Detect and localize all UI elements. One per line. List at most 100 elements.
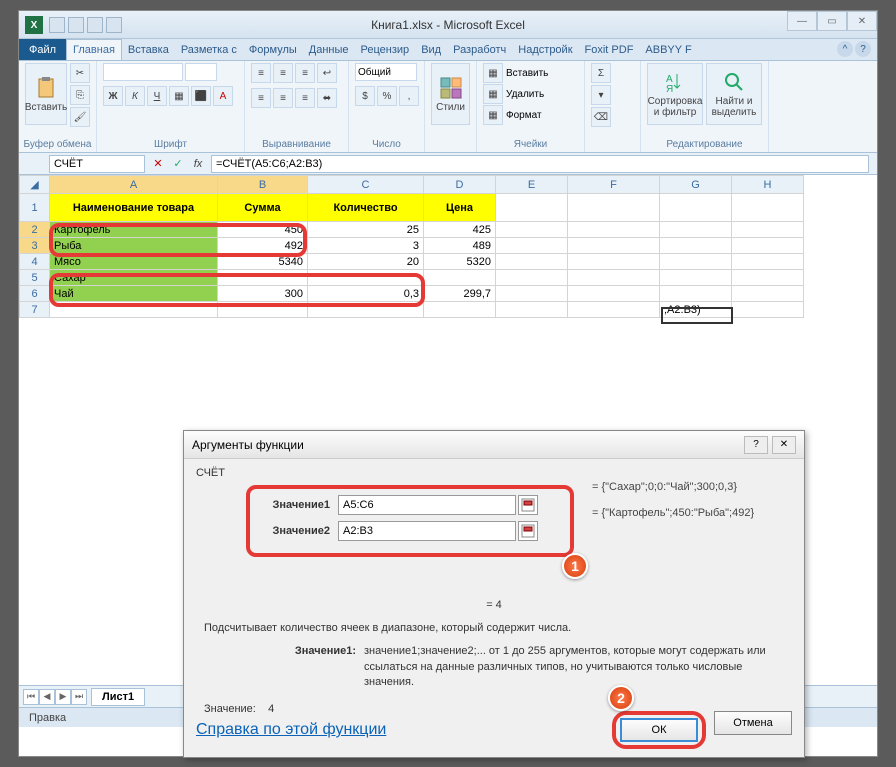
dialog-close-button[interactable]: ✕ xyxy=(772,436,796,454)
cell[interactable] xyxy=(308,270,424,286)
cell[interactable]: Сумма xyxy=(218,194,308,222)
cell[interactable] xyxy=(660,286,732,302)
cell[interactable] xyxy=(496,238,568,254)
insert-cell-icon[interactable]: ▦ xyxy=(483,63,503,83)
cell[interactable] xyxy=(496,302,568,318)
clear-icon[interactable]: ⌫ xyxy=(591,107,611,127)
format-cell-icon[interactable]: ▦ xyxy=(483,105,503,125)
tab-abbyy[interactable]: ABBYY F xyxy=(639,39,697,60)
cell[interactable]: Рыба xyxy=(50,238,218,254)
help-icon[interactable]: ? xyxy=(855,41,871,57)
cell[interactable] xyxy=(660,222,732,238)
cell[interactable] xyxy=(218,270,308,286)
sheet-nav-prev-icon[interactable]: ◀ xyxy=(39,689,55,705)
tab-home[interactable]: Главная xyxy=(66,39,122,60)
cell[interactable] xyxy=(496,254,568,270)
cancel-formula-icon[interactable]: ✕ xyxy=(149,155,167,173)
ok-button[interactable]: ОК xyxy=(620,718,698,742)
percent-icon[interactable]: % xyxy=(377,86,397,106)
cell[interactable]: Сахар xyxy=(50,270,218,286)
accept-formula-icon[interactable]: ✓ xyxy=(169,155,187,173)
cell[interactable] xyxy=(732,270,804,286)
cell[interactable] xyxy=(568,302,660,318)
cell[interactable]: 425 xyxy=(424,222,496,238)
row-header[interactable]: 3 xyxy=(20,238,50,254)
bold-icon[interactable]: Ж xyxy=(103,86,123,106)
dialog-help-button[interactable]: ? xyxy=(744,436,768,454)
cell[interactable] xyxy=(732,238,804,254)
tab-formulas[interactable]: Формулы xyxy=(243,39,303,60)
row-header[interactable]: 4 xyxy=(20,254,50,270)
cell[interactable] xyxy=(218,302,308,318)
cell[interactable] xyxy=(568,254,660,270)
cell[interactable]: 20 xyxy=(308,254,424,270)
col-header-c[interactable]: C xyxy=(308,176,424,194)
cell-g7-active[interactable]: ;A2:B3) xyxy=(660,302,732,318)
underline-icon[interactable]: Ч xyxy=(147,86,167,106)
autosum-icon[interactable]: Σ xyxy=(591,63,611,83)
row-header[interactable]: 5 xyxy=(20,270,50,286)
cell[interactable] xyxy=(424,270,496,286)
sheet-nav-last-icon[interactable]: ⏭ xyxy=(71,689,87,705)
align-right-icon[interactable]: ≡ xyxy=(295,88,315,108)
qat-undo-icon[interactable] xyxy=(68,17,84,33)
wrap-icon[interactable]: ↩ xyxy=(317,63,337,83)
cell[interactable] xyxy=(496,194,568,222)
maximize-button[interactable]: ▭ xyxy=(817,11,847,31)
cell[interactable] xyxy=(568,194,660,222)
font-color-icon[interactable]: A xyxy=(213,86,233,106)
tab-data[interactable]: Данные xyxy=(303,39,355,60)
cell[interactable]: 25 xyxy=(308,222,424,238)
merge-icon[interactable]: ⬌ xyxy=(317,88,337,108)
paste-button[interactable]: Вставить xyxy=(25,63,67,125)
find-select-button[interactable]: Найти и выделить xyxy=(706,63,762,125)
tab-review[interactable]: Рецензир xyxy=(355,39,416,60)
cell[interactable]: 5340 xyxy=(218,254,308,270)
sheet-nav-first-icon[interactable]: ⏮ xyxy=(23,689,39,705)
cell[interactable] xyxy=(660,194,732,222)
minimize-ribbon-icon[interactable]: ^ xyxy=(837,41,853,57)
cell[interactable] xyxy=(496,286,568,302)
align-top-icon[interactable]: ≡ xyxy=(251,63,271,83)
col-header-b[interactable]: B xyxy=(218,176,308,194)
arg2-input[interactable] xyxy=(338,521,516,541)
col-header-g[interactable]: G xyxy=(660,176,732,194)
close-button[interactable]: ✕ xyxy=(847,11,877,31)
cell[interactable]: 489 xyxy=(424,238,496,254)
cell[interactable] xyxy=(732,222,804,238)
dialog-help-link[interactable]: Справка по этой функции xyxy=(196,721,386,739)
cell[interactable]: Картофель xyxy=(50,222,218,238)
cell[interactable] xyxy=(660,238,732,254)
align-mid-icon[interactable]: ≡ xyxy=(273,63,293,83)
row-header[interactable]: 6 xyxy=(20,286,50,302)
number-format-select[interactable] xyxy=(355,63,417,81)
qat-redo-icon[interactable] xyxy=(87,17,103,33)
row-header[interactable]: 2 xyxy=(20,222,50,238)
cell[interactable]: Цена xyxy=(424,194,496,222)
border-icon[interactable]: ▦ xyxy=(169,86,189,106)
delete-cell-icon[interactable]: ▦ xyxy=(483,84,503,104)
cell[interactable] xyxy=(568,238,660,254)
sort-filter-button[interactable]: АЯ Сортировка и фильтр xyxy=(647,63,703,125)
cell[interactable] xyxy=(568,286,660,302)
font-size-input[interactable] xyxy=(185,63,217,81)
sheet-tab[interactable]: Лист1 xyxy=(91,688,145,706)
cell[interactable] xyxy=(660,254,732,270)
cell[interactable]: 0,3 xyxy=(308,286,424,302)
cancel-button[interactable]: Отмена xyxy=(714,711,792,735)
tab-view[interactable]: Вид xyxy=(415,39,447,60)
align-bot-icon[interactable]: ≡ xyxy=(295,63,315,83)
currency-icon[interactable]: $ xyxy=(355,86,375,106)
minimize-button[interactable]: — xyxy=(787,11,817,31)
cell[interactable] xyxy=(732,302,804,318)
cell[interactable]: 300 xyxy=(218,286,308,302)
cell[interactable]: Чай xyxy=(50,286,218,302)
cell[interactable] xyxy=(308,302,424,318)
formula-input[interactable]: =СЧЁТ(A5:C6;A2:B3) xyxy=(211,155,869,173)
arg2-collapse-icon[interactable] xyxy=(518,521,538,541)
cell[interactable]: 299,7 xyxy=(424,286,496,302)
align-left-icon[interactable]: ≡ xyxy=(251,88,271,108)
copy-icon[interactable]: ⎘ xyxy=(70,85,90,105)
cell[interactable]: 450 xyxy=(218,222,308,238)
row-header[interactable]: 7 xyxy=(20,302,50,318)
